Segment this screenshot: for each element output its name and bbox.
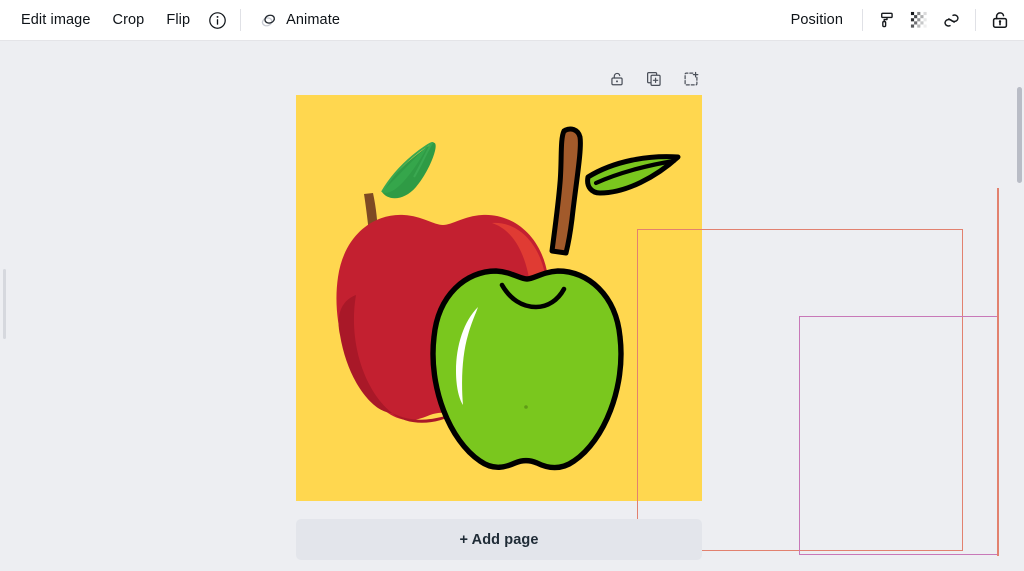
design-canvas-page[interactable]: [296, 95, 999, 556]
lock-button[interactable]: [984, 4, 1016, 36]
add-page-label: + Add page: [459, 531, 539, 548]
edit-image-button[interactable]: Edit image: [10, 5, 102, 35]
two-apples-illustration[interactable]: [296, 95, 702, 501]
link-icon: [941, 10, 962, 31]
link-button[interactable]: [935, 4, 967, 36]
transparency-icon: [910, 11, 929, 30]
animate-label: Animate: [286, 12, 341, 28]
lock-page-button[interactable]: [604, 66, 630, 92]
duplicate-page-icon: [645, 70, 663, 88]
transparency-button[interactable]: [903, 4, 935, 36]
position-button[interactable]: Position: [780, 5, 854, 35]
animate-icon: [258, 10, 279, 31]
toolbar-divider-2: [862, 9, 863, 31]
lock-page-icon: [608, 70, 626, 88]
add-page-button[interactable]: + Add page: [296, 519, 702, 560]
toolbar-divider-3: [975, 9, 976, 31]
green-apple-selection-outline: [799, 316, 998, 555]
toolbar-left-group: Edit image Crop Flip Animate: [0, 4, 350, 36]
selection-right-edge-guide: [997, 188, 999, 556]
vertical-scrollbar-track[interactable]: [1015, 41, 1024, 571]
lock-open-icon: [989, 9, 1011, 31]
animate-button[interactable]: Animate: [248, 5, 350, 35]
add-page-button-small[interactable]: [678, 66, 704, 92]
paint-roller-icon: [877, 10, 897, 30]
sidebar-edge: [0, 41, 7, 571]
crop-button[interactable]: Crop: [102, 5, 156, 35]
info-icon-button[interactable]: [201, 4, 233, 36]
page-tools-bar: [604, 66, 704, 92]
info-icon: [208, 11, 227, 30]
workspace-bottom-edge: [0, 567, 1024, 571]
paint-roller-button[interactable]: [871, 4, 903, 36]
vertical-scrollbar-thumb[interactable]: [1017, 87, 1022, 183]
editor-workspace: + Add page: [0, 41, 1024, 571]
duplicate-page-button[interactable]: [641, 66, 667, 92]
toolbar-right-group: Position: [780, 4, 1024, 36]
add-page-icon: [682, 70, 700, 88]
canva-editor-window: Edit image Crop Flip Animate Position + …: [0, 0, 1024, 571]
top-toolbar: Edit image Crop Flip Animate Position: [0, 0, 1024, 41]
toolbar-divider-1: [240, 9, 242, 31]
flip-button[interactable]: Flip: [155, 5, 201, 35]
sidebar-resize-handle[interactable]: [3, 269, 6, 339]
